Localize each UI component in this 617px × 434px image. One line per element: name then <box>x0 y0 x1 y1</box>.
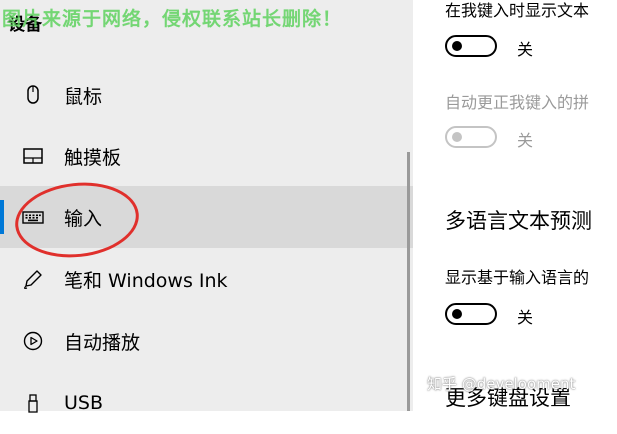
toggle-language-prediction[interactable] <box>445 303 497 325</box>
toggle-autocorrect[interactable] <box>445 126 497 148</box>
toggle-state-label: 关 <box>517 40 534 59</box>
sidebar-item-label: 鼠标 <box>64 85 103 108</box>
selection-indicator <box>0 262 4 296</box>
sidebar-item-touchpad[interactable]: 触摸板 <box>0 125 413 187</box>
sidebar-item-label: 笔和 Windows Ink <box>64 269 228 292</box>
autoplay-icon <box>23 331 43 351</box>
sidebar-item-autoplay[interactable]: 自动播放 <box>0 310 413 372</box>
sidebar-item-pen[interactable]: 笔和 Windows Ink <box>0 248 413 310</box>
toggle-knob <box>452 41 462 51</box>
toggle-knob <box>452 132 462 142</box>
sidebar-item-mouse[interactable]: 鼠标 <box>0 64 413 126</box>
setting-label-autocorrect: 自动更正我键入的拼 <box>445 93 590 112</box>
watermark-text: 图片来源于网络，侵权联系站长删除！ <box>2 8 343 30</box>
selection-indicator <box>0 386 4 420</box>
sidebar-item-label: 输入 <box>64 207 103 230</box>
sidebar-item-label: 触摸板 <box>64 146 122 169</box>
pen-icon <box>24 270 42 289</box>
touchpad-icon <box>23 148 43 164</box>
selection-indicator <box>0 139 4 173</box>
selection-indicator <box>0 200 4 234</box>
sidebar-item-label: 自动播放 <box>64 331 141 354</box>
toggle-knob <box>452 309 462 319</box>
toggle-show-text[interactable] <box>445 35 497 57</box>
sidebar: 设备 鼠标 触摸板 输入 笔和 Windows Ink 自动播放 USB <box>0 0 413 414</box>
selection-indicator <box>0 78 4 112</box>
main-panel: 在我键入时显示文本 关 自动更正我键入的拼 关 多语言文本预测 显示基于输入语言… <box>413 0 617 411</box>
section-heading-multilingual: 多语言文本预测 <box>445 209 592 233</box>
setting-label-show-text: 在我键入时显示文本 <box>445 1 590 20</box>
toggle-state-label: 关 <box>517 131 534 150</box>
zhihu-watermark: 知乎 @develooment <box>427 375 576 393</box>
toggle-state-label: 关 <box>517 308 534 327</box>
mouse-icon <box>27 85 39 104</box>
sidebar-item-usb[interactable]: USB <box>0 372 413 434</box>
setting-label-language-prediction: 显示基于输入语言的 <box>445 268 590 287</box>
sidebar-scrollbar[interactable] <box>407 152 410 411</box>
selection-indicator <box>0 324 4 358</box>
sidebar-item-input[interactable]: 输入 <box>0 186 413 248</box>
keyboard-icon <box>22 211 44 224</box>
